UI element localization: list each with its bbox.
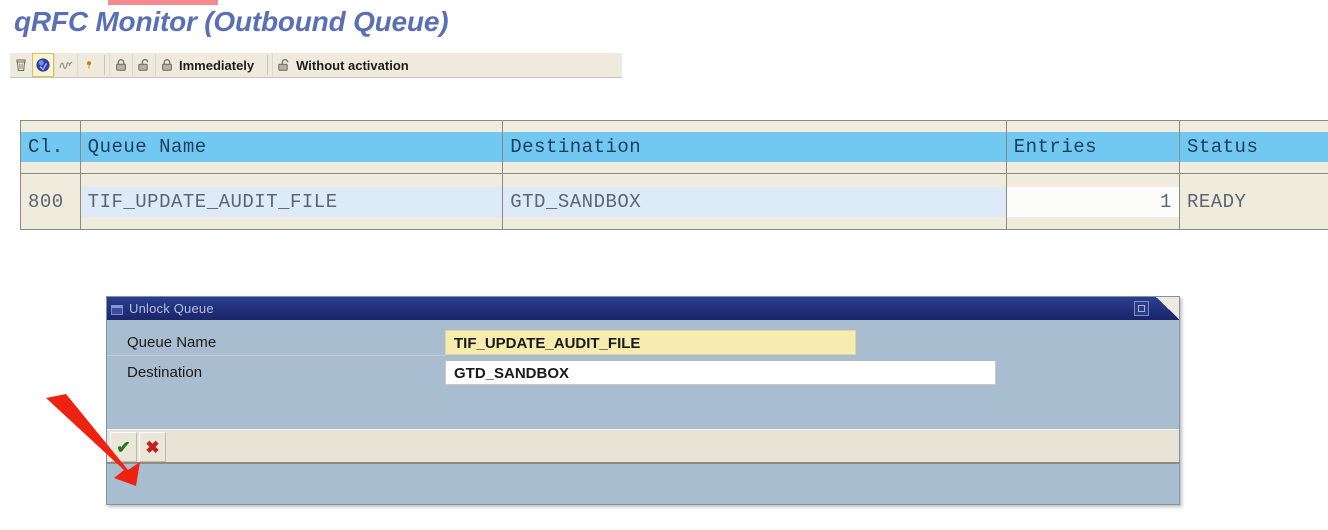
queue-name-input[interactable]: TIF_UPDATE_AUDIT_FILE	[445, 329, 856, 355]
window-icon	[111, 303, 124, 315]
lock-open-icon	[276, 57, 292, 73]
destination-input[interactable]: GTD_SANDBOX	[445, 359, 996, 385]
squiggle-button[interactable]	[54, 54, 77, 76]
without-activation-button[interactable]: Without activation	[272, 54, 418, 76]
header-cell-status[interactable]: Status	[1179, 120, 1328, 174]
dialog-resize-corner[interactable]	[1155, 297, 1179, 320]
without-activation-label: Without activation	[296, 57, 409, 73]
cell-entries[interactable]: 1	[1006, 173, 1180, 230]
form-divider	[107, 355, 445, 356]
squiggle-icon	[58, 57, 74, 73]
dialog-footer: ✔ ✖	[107, 429, 1179, 464]
header-cell-queue-name[interactable]: Queue Name	[80, 120, 504, 174]
save-icon	[35, 57, 51, 73]
header-label-queue-name: Queue Name	[80, 132, 503, 162]
destination-label: Destination	[127, 363, 203, 381]
cell-queue-name[interactable]: TIF_UPDATE_AUDIT_FILE	[80, 173, 504, 230]
header-label-client: Cl.	[21, 132, 80, 162]
cell-value-client: 800	[28, 190, 64, 213]
header-cell-destination[interactable]: Destination	[502, 120, 1007, 174]
dialog-titlebar[interactable]: Unlock Queue	[107, 297, 1179, 320]
lock-open-button[interactable]	[132, 54, 155, 76]
confirm-button[interactable]: ✔	[110, 432, 137, 462]
header-label-status: Status	[1179, 132, 1328, 162]
save-button[interactable]	[32, 53, 54, 77]
top-highlight-marker	[108, 0, 218, 5]
immediately-label: Immediately	[179, 57, 255, 73]
header-label-destination: Destination	[503, 132, 1006, 162]
cell-status[interactable]: READY	[1179, 173, 1328, 230]
cell-value-status: READY	[1186, 190, 1247, 213]
cell-value-destination: GTD_SANDBOX	[503, 186, 1006, 217]
delete-icon	[13, 57, 29, 73]
table-row[interactable]: 800 TIF_UPDATE_AUDIT_FILE GTD_SANDBOX 1 …	[20, 173, 1328, 230]
unlock-queue-dialog: Unlock Queue Queue Name TIF_UPDATE_AUDIT…	[106, 296, 1180, 505]
header-cell-entries[interactable]: Entries	[1006, 120, 1180, 174]
cell-value-queue-name: TIF_UPDATE_AUDIT_FILE	[80, 186, 503, 217]
restore-icon[interactable]	[1134, 301, 1149, 316]
form-row-destination: Destination GTD_SANDBOX	[107, 358, 1179, 386]
immediately-button[interactable]: Immediately	[155, 54, 263, 76]
queue-table: Cl. Queue Name Destination Entries Statu…	[20, 120, 1328, 230]
cell-value-entries: 1	[1006, 186, 1179, 217]
queue-name-label: Queue Name	[127, 333, 217, 351]
dialog-body: Queue Name TIF_UPDATE_AUDIT_FILE Destina…	[107, 320, 1179, 464]
header-cell-client[interactable]: Cl.	[20, 120, 81, 174]
status-dot-button[interactable]	[77, 54, 100, 76]
toolbar-separator-1	[104, 55, 105, 75]
page-title: qRFC Monitor (Outbound Queue)	[14, 6, 449, 37]
toolbar: Immediately Without activation	[10, 52, 622, 78]
cancel-button[interactable]: ✖	[139, 432, 166, 462]
header-label-entries: Entries	[1006, 132, 1179, 162]
status-dot-icon	[81, 57, 97, 73]
cell-destination[interactable]: GTD_SANDBOX	[502, 173, 1007, 230]
toolbar-separator-2	[267, 55, 269, 75]
form-row-queue-name: Queue Name TIF_UPDATE_AUDIT_FILE	[107, 328, 1179, 356]
dialog-title: Unlock Queue	[129, 301, 214, 316]
lock-closed-icon	[113, 57, 129, 73]
table-header-row: Cl. Queue Name Destination Entries Statu…	[20, 120, 1328, 174]
delete-button[interactable]	[10, 54, 32, 76]
lock-closed-button[interactable]	[109, 54, 132, 76]
lock-closed-icon	[159, 57, 175, 73]
cell-client[interactable]: 800	[20, 173, 81, 230]
lock-open-icon	[136, 57, 152, 73]
